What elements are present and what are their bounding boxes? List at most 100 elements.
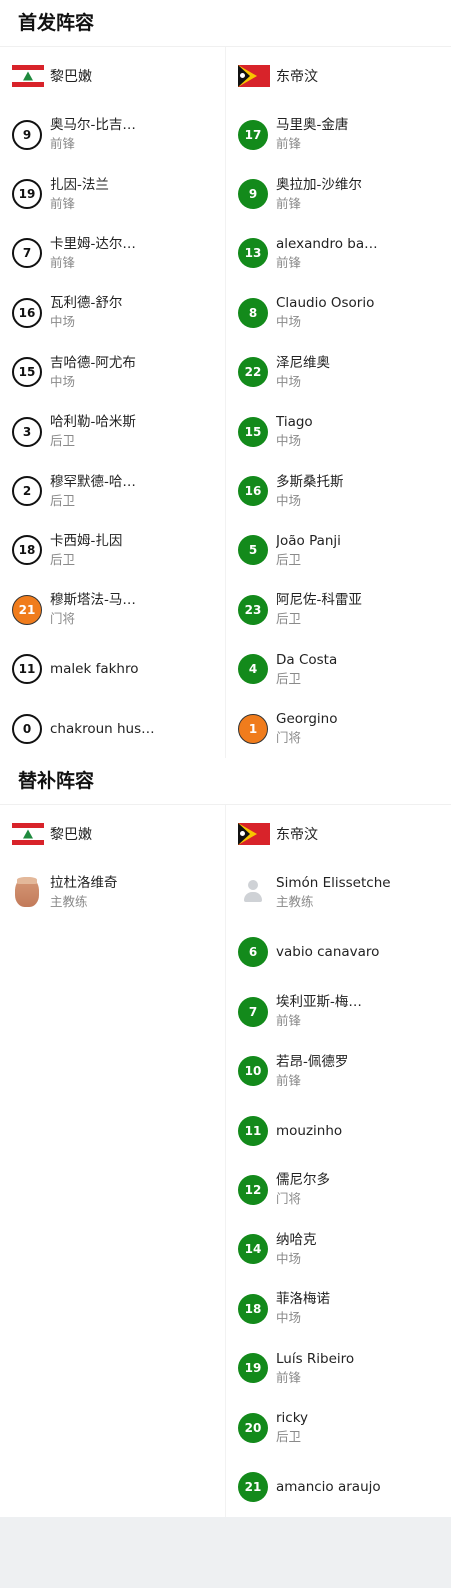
team-name: 东帝汶 (276, 69, 318, 85)
player-row[interactable]: 8 Claudio Osorio 中场 (226, 283, 451, 342)
jersey-number-badge: 7 (12, 238, 42, 269)
player-name: 菲洛梅诺 (276, 1291, 330, 1308)
player-row[interactable]: 17 马里奥-金唐 前锋 (226, 105, 451, 164)
timor-leste-flag-icon (238, 823, 270, 846)
player-name: 纳哈克 (276, 1231, 317, 1248)
jersey-number-badge: 14 (238, 1234, 268, 1265)
jersey-number-badge: 9 (12, 119, 42, 150)
subs-home-column: 黎巴嫩 拉杜洛维奇 主教练 (0, 805, 225, 1516)
player-row[interactable]: 13 alexandro ba… 前锋 (226, 224, 451, 283)
jersey-number-badge: 19 (238, 1353, 268, 1384)
player-position: 前锋 (50, 195, 76, 211)
player-name: Da Costa (276, 651, 338, 668)
player-row[interactable]: 19 扎因-法兰 前锋 (0, 164, 225, 223)
player-row[interactable]: 11 malek fakhro (0, 640, 225, 699)
player-position: 前锋 (276, 254, 302, 270)
player-position: 前锋 (276, 136, 302, 152)
player-row[interactable]: 4 Da Costa 后卫 (226, 640, 451, 699)
player-position: 门将 (50, 611, 76, 627)
player-row[interactable]: 7 卡里姆-达尔… 前锋 (0, 224, 225, 283)
jersey-number-badge: 15 (238, 416, 268, 447)
subs-home-header[interactable]: 黎巴嫩 (0, 805, 225, 863)
starting-away-column: 东帝汶 17 马里奥-金唐 前锋 9 奥拉加-沙维尔 前锋 13 alexandro ba… 前… (225, 47, 451, 759)
substitutes-title: 替补阵容 (0, 758, 451, 806)
player-name: 多斯桑托斯 (276, 473, 344, 490)
player-row[interactable]: 12 儒尼尔多 门将 (226, 1160, 451, 1219)
player-row[interactable]: 15 Tiago 中场 (226, 402, 451, 461)
player-row[interactable]: 22 泽尼维奥 中场 (226, 343, 451, 402)
player-name: 奥拉加-沙维尔 (276, 176, 362, 193)
jersey-number-badge: 1 (238, 713, 268, 744)
player-row[interactable]: 20 ricky 后卫 (226, 1398, 451, 1457)
player-name: 若昂-佩德罗 (276, 1053, 349, 1070)
player-row[interactable]: 14 纳哈克 中场 (226, 1220, 451, 1279)
jersey-number-badge: 18 (12, 535, 42, 566)
starting-home-players: 9 奥马尔-比吉… 前锋 19 扎因-法兰 前锋 7 卡里姆-达尔… 前锋 16 瓦利德-舒尔 中场 1… (0, 105, 225, 758)
player-row[interactable]: 11 mouzinho (226, 1101, 451, 1160)
subs-away-column: 东帝汶 Simón Elissetche 主教练 6 vabio canavaro… (225, 805, 451, 1517)
jersey-number-badge: 16 (12, 297, 42, 328)
player-name: vabio canavaro (276, 944, 380, 961)
player-position: 中场 (50, 314, 76, 330)
player-row[interactable]: 9 奥拉加-沙维尔 前锋 (226, 164, 451, 223)
player-position: 后卫 (276, 1429, 302, 1444)
player-row[interactable]: 7 埃利亚斯-梅… 前锋 (226, 982, 451, 1041)
jersey-number-badge: 16 (238, 476, 268, 507)
jersey-number-badge: 7 (238, 996, 268, 1027)
jersey-number-badge: 17 (238, 119, 268, 150)
team-name: 黎巴嫩 (50, 69, 92, 85)
player-row[interactable]: 21 穆斯塔法-马… 门将 (0, 580, 225, 639)
jersey-number-badge: 12 (238, 1174, 268, 1205)
player-position: 前锋 (276, 1072, 302, 1088)
player-name: 卡西姆-扎因 (50, 532, 123, 549)
player-row[interactable]: 3 哈利勒-哈米斯 后卫 (0, 402, 225, 461)
player-name: Luís Ribeiro (276, 1350, 355, 1367)
player-row[interactable]: 16 瓦利德-舒尔 中场 (0, 283, 225, 342)
jersey-number-badge: 10 (238, 1056, 268, 1087)
starting-lineup-title: 首发阵容 (0, 0, 451, 47)
coach-row[interactable]: 拉杜洛维奇 主教练 (0, 863, 225, 922)
jersey-number-badge: 21 (12, 594, 42, 625)
player-row[interactable]: 18 菲洛梅诺 中场 (226, 1279, 451, 1338)
player-row[interactable]: 5 João Panji 后卫 (226, 521, 451, 580)
player-position: 后卫 (50, 433, 76, 449)
team-name: 东帝汶 (276, 827, 318, 844)
player-row[interactable]: 10 若昂-佩德罗 前锋 (226, 1041, 451, 1100)
player-row[interactable]: 6 vabio canavaro (226, 923, 451, 982)
player-name: 穆斯塔法-马… (50, 592, 136, 609)
jersey-number-badge: 19 (12, 179, 42, 210)
starting-home-header[interactable]: 黎巴嫩 (0, 47, 225, 105)
player-row[interactable]: 9 奥马尔-比吉… 前锋 (0, 105, 225, 164)
player-row[interactable]: 19 Luís Ribeiro 前锋 (226, 1338, 451, 1397)
player-name: alexandro ba… (276, 235, 378, 252)
jersey-number-badge: 2 (12, 476, 42, 507)
player-name: Georgino (276, 711, 338, 728)
player-row[interactable]: 23 阿尼佐-科雷亚 后卫 (226, 580, 451, 639)
jersey-number-badge: 3 (12, 416, 42, 447)
player-row[interactable]: 18 卡西姆-扎因 后卫 (0, 521, 225, 580)
player-row[interactable]: 21 amancio araujo (226, 1457, 451, 1516)
player-position: 前锋 (50, 254, 76, 270)
player-position: 后卫 (276, 670, 302, 686)
player-row[interactable]: 1 Georgino 门将 (226, 699, 451, 758)
player-position: 中场 (276, 433, 302, 449)
subs-away-players: 6 vabio canavaro 7 埃利亚斯-梅… 前锋 10 若昂-佩德罗 前锋 11 mou… (226, 923, 451, 1517)
player-row[interactable]: 15 吉哈德-阿尤布 中场 (0, 343, 225, 402)
player-position: 中场 (276, 373, 302, 389)
player-name: 马里奥-金唐 (276, 117, 349, 134)
jersey-number-badge: 0 (12, 713, 42, 744)
player-row[interactable]: 2 穆罕默德-哈… 后卫 (0, 461, 225, 520)
lebanon-flag-icon (12, 823, 44, 846)
jersey-number-badge: 23 (238, 594, 268, 625)
subs-away-header[interactable]: 东帝汶 (226, 805, 451, 863)
player-row[interactable]: 16 多斯桑托斯中场 (226, 461, 451, 520)
coach-row[interactable]: Simón Elissetche 主教练 (226, 863, 451, 922)
coach-role: 主教练 (276, 894, 314, 910)
player-name: 卡里姆-达尔… (50, 235, 136, 252)
player-position: 门将 (276, 1191, 302, 1207)
player-name: 奥马尔-比吉… (50, 117, 136, 134)
player-row[interactable]: 0 chakroun hus… (0, 699, 225, 758)
player-position: 中场 (276, 492, 302, 508)
starting-away-header[interactable]: 东帝汶 (226, 47, 451, 105)
player-position: 中场 (50, 373, 76, 389)
